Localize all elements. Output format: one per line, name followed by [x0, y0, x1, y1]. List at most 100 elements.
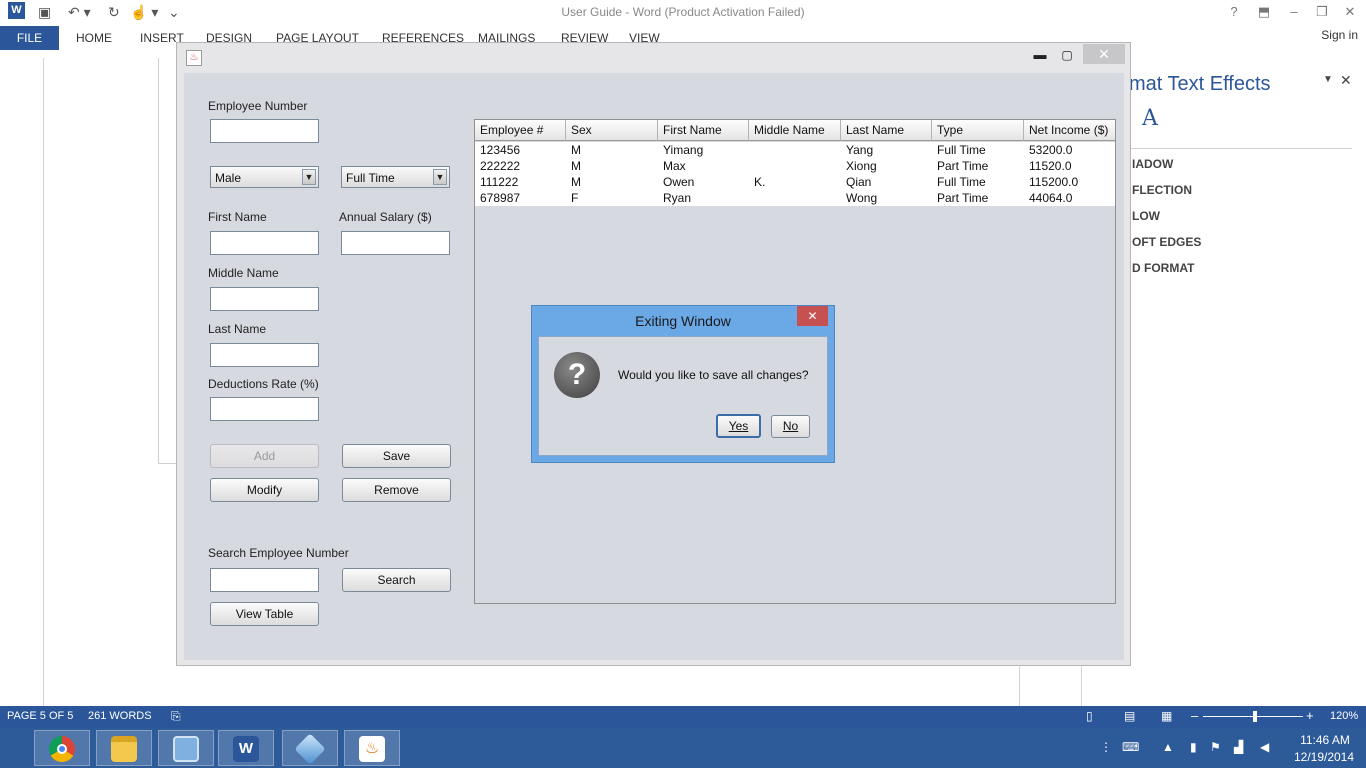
save-button[interactable]: Save	[342, 444, 451, 468]
pane-item-3d-format[interactable]: D FORMAT	[1132, 261, 1194, 275]
pane-options-icon[interactable]: ▼	[1323, 74, 1333, 85]
taskbar-control-panel[interactable]	[158, 730, 214, 766]
help-icon[interactable]: ?	[1224, 3, 1244, 21]
pane-divider	[1130, 148, 1352, 149]
tab-home[interactable]: HOME	[76, 26, 112, 50]
zoom-in-icon[interactable]: +	[1306, 708, 1314, 723]
tray-grip-icon: ⋮	[1100, 740, 1112, 754]
restore-icon[interactable]: ❐	[1312, 3, 1332, 21]
table-row[interactable]: 678987 F Ryan Wong Part Time 44064.0	[475, 190, 1115, 206]
yes-button[interactable]: Yes	[716, 414, 761, 438]
pane-close-icon[interactable]: ✕	[1340, 72, 1352, 89]
close-icon[interactable]: ✕	[1340, 3, 1360, 21]
annual-salary-field[interactable]	[341, 231, 450, 255]
taskbar-virtualbox[interactable]	[282, 730, 338, 766]
search-employee-number-field[interactable]	[210, 568, 319, 592]
dialog-title: Exiting Window	[635, 313, 731, 329]
column-header-sex[interactable]: Sex	[566, 120, 658, 141]
table-cell: 44064.0	[1029, 191, 1073, 205]
view-table-button[interactable]: View Table	[210, 602, 319, 626]
pane-item-shadow[interactable]: IADOW	[1132, 157, 1173, 171]
word-count[interactable]: 261 WORDS	[88, 710, 152, 722]
modify-button[interactable]: Modify	[210, 478, 319, 502]
network-icon[interactable]: ▟	[1234, 740, 1243, 754]
no-button[interactable]: No	[771, 415, 810, 438]
column-header-middle-name[interactable]: Middle Name	[749, 120, 841, 141]
java-app-icon: ♨	[186, 50, 202, 66]
table-cell: Full Time	[937, 175, 986, 189]
app-close-button[interactable]: ✕	[1083, 44, 1125, 64]
clock-time[interactable]: 11:46 AM	[1290, 733, 1360, 747]
virtualbox-icon	[294, 733, 326, 765]
deductions-rate-field[interactable]	[210, 397, 319, 421]
exiting-window-dialog: Exiting Window ✕ ? Would you like to sav…	[531, 305, 835, 463]
sign-in-link[interactable]: Sign in	[1321, 26, 1358, 50]
sex-combo-value: Male	[215, 171, 242, 185]
last-name-field[interactable]	[210, 343, 319, 367]
first-name-field[interactable]	[210, 231, 319, 255]
volume-icon[interactable]: ◀	[1260, 740, 1269, 754]
taskbar-file-explorer[interactable]	[96, 730, 152, 766]
table-row[interactable]: 111222 M Owen K. Qian Full Time 115200.0	[475, 174, 1115, 190]
dialog-close-button[interactable]: ✕	[797, 306, 828, 326]
table-row[interactable]: 123456 M Yimang Yang Full Time 53200.0	[475, 142, 1115, 158]
column-header-employee-number[interactable]: Employee #	[475, 120, 566, 141]
table-cell: 115200.0	[1029, 175, 1079, 189]
table-cell: 11520.0	[1029, 159, 1072, 173]
proofing-icon[interactable]: ⎘	[171, 709, 181, 724]
action-center-icon[interactable]: ⚑	[1210, 740, 1221, 754]
show-hidden-icons-icon[interactable]: ▲	[1162, 740, 1174, 754]
tab-file[interactable]: FILE	[0, 26, 59, 50]
clock-date[interactable]: 12/19/2014	[1284, 750, 1364, 764]
table-cell: Ryan	[663, 191, 692, 205]
taskbar-java[interactable]: ♨	[344, 730, 400, 766]
table-cell: 678987	[480, 191, 521, 205]
sex-combo[interactable]: Male ▼	[210, 166, 319, 188]
keyboard-icon[interactable]: ⌨	[1122, 740, 1139, 754]
search-button[interactable]: Search	[342, 568, 451, 592]
read-mode-icon[interactable]: ▯	[1086, 709, 1093, 723]
taskbar-word[interactable]: W	[218, 730, 274, 766]
column-header-type[interactable]: Type	[932, 120, 1024, 141]
column-header-net-income[interactable]: Net Income ($)	[1024, 120, 1115, 141]
type-combo[interactable]: Full Time ▼	[341, 166, 450, 188]
text-effects-icon[interactable]: A	[1142, 106, 1158, 131]
remove-button[interactable]: Remove	[342, 478, 451, 502]
table-cell: Full Time	[937, 143, 986, 157]
table-body: 123456 M Yimang Yang Full Time 53200.0 2…	[475, 142, 1115, 206]
app-maximize-icon[interactable]: ▢	[1057, 45, 1077, 65]
table-cell: 222222	[480, 159, 521, 173]
battery-icon[interactable]: ▮	[1190, 740, 1197, 754]
window-title: User Guide - Word (Product Activation Fa…	[561, 5, 805, 19]
pane-item-soft-edges[interactable]: OFT EDGES	[1132, 235, 1201, 249]
employee-number-field[interactable]	[210, 119, 319, 143]
deductions-rate-label: Deductions Rate (%)	[208, 377, 319, 391]
table-cell: Yimang	[663, 143, 704, 157]
add-button[interactable]: Add	[210, 444, 319, 468]
page-count[interactable]: PAGE 5 OF 5	[7, 710, 73, 722]
pane-item-glow[interactable]: LOW	[1132, 209, 1160, 223]
word-icon: W	[233, 736, 259, 762]
word-status-bar: PAGE 5 OF 5 261 WORDS ⎘ ▯ ▤ ▦ – + 120%	[0, 706, 1366, 728]
taskbar-chrome[interactable]	[34, 730, 90, 766]
file-explorer-icon	[111, 736, 137, 762]
table-header: Employee # Sex First Name Middle Name La…	[475, 120, 1115, 141]
middle-name-field[interactable]	[210, 287, 319, 311]
minimize-icon[interactable]: –	[1284, 3, 1304, 21]
zoom-out-icon[interactable]: –	[1191, 708, 1198, 723]
ribbon-display-icon[interactable]: ⬒	[1254, 3, 1274, 21]
chrome-icon	[49, 736, 75, 762]
zoom-level[interactable]: 120%	[1330, 710, 1358, 722]
web-layout-icon[interactable]: ▦	[1161, 709, 1172, 723]
zoom-slider-thumb[interactable]	[1253, 711, 1257, 722]
print-layout-icon[interactable]: ▤	[1124, 709, 1135, 723]
column-header-first-name[interactable]: First Name	[658, 120, 749, 141]
document-page-edge	[43, 58, 44, 706]
document-inner-edge	[158, 58, 159, 464]
column-header-last-name[interactable]: Last Name	[841, 120, 932, 141]
app-minimize-icon[interactable]: ▬	[1030, 45, 1050, 65]
table-cell: Qian	[846, 175, 872, 189]
table-row[interactable]: 222222 M Max Xiong Part Time 11520.0	[475, 158, 1115, 174]
table-cell: Wong	[846, 191, 878, 205]
pane-item-reflection[interactable]: FLECTION	[1132, 183, 1192, 197]
